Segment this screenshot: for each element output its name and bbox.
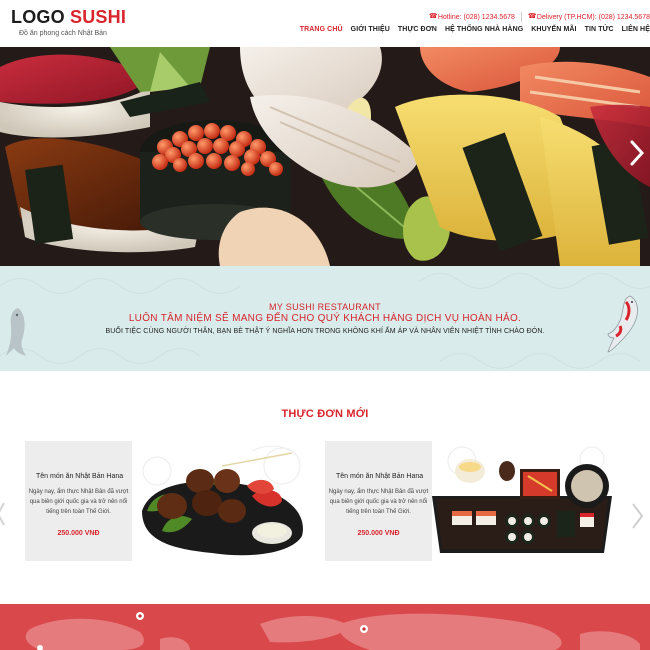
menu-item-name[interactable]: Tên món ăn Nhật Bản Hana [325, 473, 445, 480]
main-nav: TRANG CHỦ GIỚI THIỆU THỰC ĐƠN HỆ THỐNG N… [292, 26, 650, 33]
hotline-text[interactable]: Hotline: (028) 1234.5678 [438, 14, 515, 21]
logo-text-part2: SUSHI [70, 7, 127, 27]
nav-item-news[interactable]: TIN TỨC [585, 26, 614, 33]
site-logo[interactable]: LOGO SUSHI [11, 7, 126, 28]
divider [520, 12, 522, 22]
menu-item-price: 250.000 VNĐ [357, 530, 400, 537]
menu-item-info: Tên món ăn Nhật Bản Hana Ngày nay, ẩm th… [325, 441, 432, 561]
phone-icon: ☎ [527, 13, 537, 20]
carousel-prev-button[interactable] [0, 499, 6, 534]
menu-item-description: Ngày nay, ẩm thực Nhật Bản đã vượt qua b… [28, 489, 129, 515]
world-map-graphic [25, 612, 640, 650]
banner-slogan: LUÔN TÂM NIỆM SẼ MANG ĐẾN CHO QUÝ KHÁCH … [128, 313, 522, 324]
menu-item-price: 250.000 VNĐ [57, 530, 100, 537]
nav-item-promotions[interactable]: KHUYẾN MÃI [531, 26, 576, 33]
menu-item-image[interactable] [432, 441, 612, 561]
intro-banner: MY SUSHI RESTAURANT LUÔN TÂM NIỆM SẼ MAN… [0, 266, 650, 371]
nav-item-about[interactable]: GIỚI THIỆU [351, 26, 390, 33]
chevron-right-icon [632, 503, 644, 529]
menu-item-card[interactable]: Tên món ăn Nhật Bản Hana Ngày nay, ẩm th… [25, 441, 312, 561]
chevron-left-icon [0, 502, 5, 526]
banner-restaurant-name: MY SUSHI RESTAURANT [269, 302, 381, 312]
nav-item-contact[interactable]: LIÊN HỆ [622, 26, 650, 33]
chevron-right-icon[interactable] [628, 139, 646, 167]
hero-slider [0, 47, 650, 266]
logo-text-part1: LOGO [11, 7, 65, 27]
menu-item-name[interactable]: Tên món ăn Nhật Bản Hana [25, 473, 145, 480]
phone-icon: ☎ [428, 13, 438, 20]
nav-item-menu[interactable]: THỰC ĐƠN [398, 26, 437, 33]
nav-item-home[interactable]: TRANG CHỦ [300, 26, 343, 33]
carousel-next-button[interactable] [629, 499, 645, 538]
site-header: LOGO SUSHI Đồ ăn phong cách Nhật Bản ☎ H… [0, 0, 650, 47]
restaurant-map-section [0, 604, 650, 650]
menu-item-description: Ngày nay, ẩm thực Nhật Bản đã vượt qua b… [328, 489, 429, 515]
nav-item-restaurants[interactable]: HỆ THỐNG NHÀ HÀNG [445, 26, 523, 33]
menu-item-card[interactable]: Tên món ăn Nhật Bản Hana Ngày nay, ẩm th… [325, 441, 612, 561]
banner-description: BUỔI TIỆC CÙNG NGƯỜI THÂN, BẠN BÈ THẬT Ý… [105, 328, 545, 335]
hero-sushi-image [0, 47, 650, 266]
menu-item-info: Tên món ăn Nhật Bản Hana Ngày nay, ẩm th… [25, 441, 132, 561]
section-title-new-menu: THỰC ĐƠN MỚI [281, 408, 369, 420]
delivery-text[interactable]: Delivery (TP.HCM): (028) 1234.5678 [537, 14, 650, 21]
site-tagline: Đồ ăn phong cách Nhật Bản [19, 30, 107, 37]
contact-hotlines: ☎ Hotline: (028) 1234.5678 ☎ Delivery (T… [429, 12, 650, 22]
menu-item-image[interactable] [132, 441, 312, 561]
